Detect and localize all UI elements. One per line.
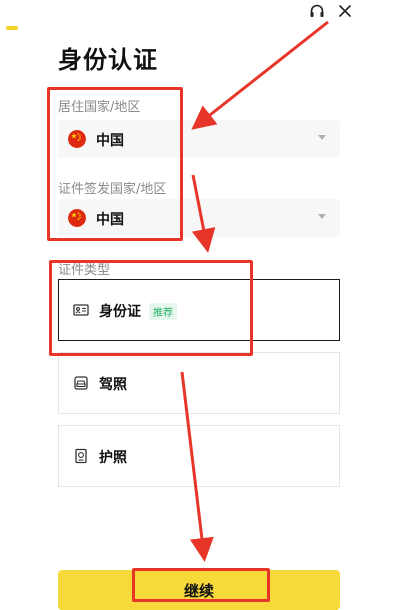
residence-select[interactable]: 中国 xyxy=(58,120,340,158)
close-icon[interactable] xyxy=(334,0,356,22)
recommended-badge: 推荐 xyxy=(149,303,177,320)
top-bar xyxy=(0,0,400,32)
issuing-select[interactable]: 中国 xyxy=(58,199,340,237)
issuing-label: 证件签发国家/地区 xyxy=(58,182,167,197)
china-flag-icon xyxy=(68,130,86,148)
arrow-to-country-box xyxy=(191,20,329,130)
residence-value: 中国 xyxy=(96,133,124,149)
accent-dash xyxy=(6,26,18,30)
issuing-value: 中国 xyxy=(96,212,124,228)
continue-button[interactable]: 继续 xyxy=(58,570,340,610)
drivers-license-label: 驾照 xyxy=(99,377,127,393)
drivers-license-option[interactable]: 驾照 xyxy=(58,352,340,414)
id-card-option[interactable]: 身份证 推荐 xyxy=(58,279,340,341)
passport-icon xyxy=(73,448,89,464)
headset-icon[interactable] xyxy=(306,0,328,22)
id-card-icon xyxy=(73,302,89,318)
passport-label: 护照 xyxy=(99,450,127,466)
continue-label: 继续 xyxy=(183,582,214,600)
chevron-down-icon xyxy=(318,214,326,219)
id-card-label: 身份证 xyxy=(99,304,141,320)
page-title: 身份认证 xyxy=(58,46,158,74)
drivers-license-icon xyxy=(73,375,89,391)
residence-label: 居住国家/地区 xyxy=(58,100,141,115)
document-type-label: 证件类型 xyxy=(58,263,111,278)
passport-option[interactable]: 护照 xyxy=(58,425,340,487)
china-flag-icon xyxy=(68,209,86,227)
chevron-down-icon xyxy=(318,135,326,140)
